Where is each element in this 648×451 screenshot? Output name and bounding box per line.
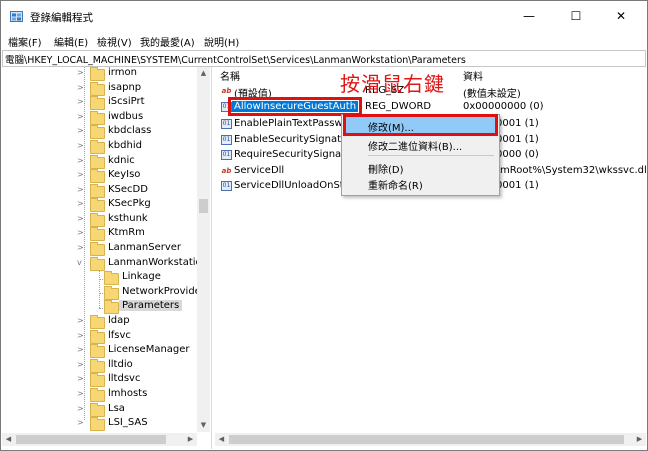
scroll-left-arrow-icon[interactable]: ◀ <box>2 433 15 446</box>
values-horizontal-scroll-thumb[interactable] <box>229 435 624 444</box>
folder-icon <box>90 111 105 125</box>
folder-icon <box>90 403 105 417</box>
string-value-icon: ab <box>221 167 232 175</box>
folder-icon <box>90 242 105 256</box>
expand-arrow-icon[interactable]: > <box>77 112 87 121</box>
expand-arrow-icon[interactable]: > <box>77 170 87 179</box>
expand-arrow-icon[interactable]: > <box>77 404 87 413</box>
dword-value-icon: 01 <box>221 119 232 129</box>
menu-favorites[interactable]: 我的最愛(A) <box>140 34 195 49</box>
context-menu-separator <box>368 155 494 156</box>
expand-arrow-icon[interactable]: > <box>77 214 87 223</box>
folder-icon <box>90 315 105 329</box>
folder-icon <box>90 373 105 387</box>
folder-icon <box>90 67 105 81</box>
title-bar: 登錄編輯程式 — ☐ ✕ <box>1 1 647 31</box>
tree-guide-line-child <box>99 267 100 308</box>
tree-vertical-scrollbar[interactable]: ▲ ▼ <box>197 67 210 432</box>
tree-horizontal-scroll-thumb[interactable] <box>16 435 166 444</box>
scroll-down-arrow-icon[interactable]: ▼ <box>197 419 210 432</box>
close-button[interactable]: ✕ <box>599 1 643 31</box>
address-bar[interactable]: 電腦\HKEY_LOCAL_MACHINE\SYSTEM\CurrentCont… <box>2 50 646 67</box>
expand-arrow-icon[interactable]: > <box>77 97 87 106</box>
folder-icon <box>90 96 105 110</box>
expand-arrow-icon[interactable]: > <box>77 199 87 208</box>
dword-value-icon: 01 <box>221 150 232 160</box>
key-tree-pane[interactable]: > irmon > isapnp > iScsiPrt > iwdbus > kbdcla… <box>2 67 212 449</box>
folder-icon <box>90 82 105 96</box>
expand-arrow-icon[interactable]: > <box>77 389 87 398</box>
values-horizontal-scrollbar[interactable]: ◀ ▶ <box>215 433 646 446</box>
dword-value-icon: 01 <box>221 102 232 112</box>
right-click-annotation: 按滑鼠右鍵 <box>340 72 445 96</box>
ctx-modify[interactable]: 修改(M)... <box>343 114 498 136</box>
column-header-data[interactable]: 資料 <box>463 68 483 83</box>
folder-icon <box>90 388 105 402</box>
context-menu: 修改(M)... 修改二進位資料(B)... 刪除(D) 重新命名(R) <box>341 114 500 196</box>
folder-icon <box>104 286 119 300</box>
expand-arrow-icon[interactable]: > <box>77 156 87 165</box>
scroll-up-arrow-icon[interactable]: ▲ <box>197 67 210 80</box>
expand-arrow-icon[interactable]: > <box>77 316 87 325</box>
ctx-modify-binary[interactable]: 修改二進位資料(B)... <box>346 136 495 153</box>
menu-edit[interactable]: 編輯(E) <box>54 34 88 49</box>
ctx-delete[interactable]: 刪除(D) <box>346 159 495 176</box>
scroll-left-arrow-icon[interactable]: ◀ <box>215 433 228 446</box>
folder-icon <box>90 140 105 154</box>
folder-icon <box>90 155 105 169</box>
folder-icon <box>90 344 105 358</box>
column-header-name[interactable]: 名稱 <box>220 68 240 83</box>
ctx-rename[interactable]: 重新命名(R) <box>346 175 495 192</box>
regedit-icon <box>10 11 23 22</box>
window-title: 登錄編輯程式 <box>30 12 93 24</box>
expand-arrow-icon[interactable]: > <box>77 141 87 150</box>
folder-icon <box>90 227 105 241</box>
folder-icon <box>90 359 105 373</box>
expand-arrow-icon[interactable]: > <box>77 83 87 92</box>
expand-arrow-icon[interactable]: > <box>77 126 87 135</box>
folder-icon <box>104 271 119 285</box>
menu-file[interactable]: 檔案(F) <box>8 34 42 49</box>
registry-editor-window: 登錄編輯程式 — ☐ ✕ 檔案(F) 編輯(E) 檢視(V) 我的最愛(A) 說… <box>0 0 648 451</box>
expand-arrow-icon[interactable]: > <box>77 243 87 252</box>
folder-icon <box>90 417 105 431</box>
scroll-right-arrow-icon[interactable]: ▶ <box>184 433 197 446</box>
folder-icon <box>90 330 105 344</box>
tree-horizontal-scrollbar[interactable]: ◀ ▶ <box>2 433 197 446</box>
dword-value-icon: 01 <box>221 135 232 145</box>
dword-value-icon: 01 <box>221 181 232 191</box>
menu-help[interactable]: 說明(H) <box>204 34 239 49</box>
menu-view[interactable]: 檢視(V) <box>97 34 132 49</box>
string-value-icon: ab <box>221 87 232 95</box>
maximize-button[interactable]: ☐ <box>554 1 598 31</box>
value-row-allowinsecureguestauth[interactable]: 01 AllowInsecureGuestAuth REG_DWORD 0x00… <box>215 97 646 116</box>
expand-arrow-icon[interactable]: > <box>77 228 87 237</box>
expand-arrow-icon[interactable]: > <box>77 374 87 383</box>
expand-arrow-icon[interactable]: > <box>77 345 87 354</box>
expand-arrow-icon[interactable]: > <box>77 331 87 340</box>
expand-arrow-icon[interactable]: > <box>77 418 87 427</box>
expand-arrow-icon[interactable]: > <box>77 185 87 194</box>
folder-icon <box>90 169 105 183</box>
folder-icon <box>90 198 105 212</box>
folder-open-icon <box>90 257 105 271</box>
expand-arrow-icon[interactable]: > <box>77 68 87 77</box>
folder-icon <box>90 125 105 139</box>
folder-icon <box>90 213 105 227</box>
scroll-right-arrow-icon[interactable]: ▶ <box>633 433 646 446</box>
expand-arrow-icon[interactable]: > <box>77 360 87 369</box>
minimize-button[interactable]: — <box>507 1 551 31</box>
folder-icon <box>90 184 105 198</box>
menu-bar: 檔案(F) 編輯(E) 檢視(V) 我的最愛(A) 說明(H) <box>1 31 647 49</box>
tree-vertical-scroll-thumb[interactable] <box>199 199 208 213</box>
folder-icon <box>104 300 119 314</box>
address-path: 電腦\HKEY_LOCAL_MACHINE\SYSTEM\CurrentCont… <box>5 55 466 66</box>
collapse-arrow-icon[interactable]: v <box>77 258 87 267</box>
